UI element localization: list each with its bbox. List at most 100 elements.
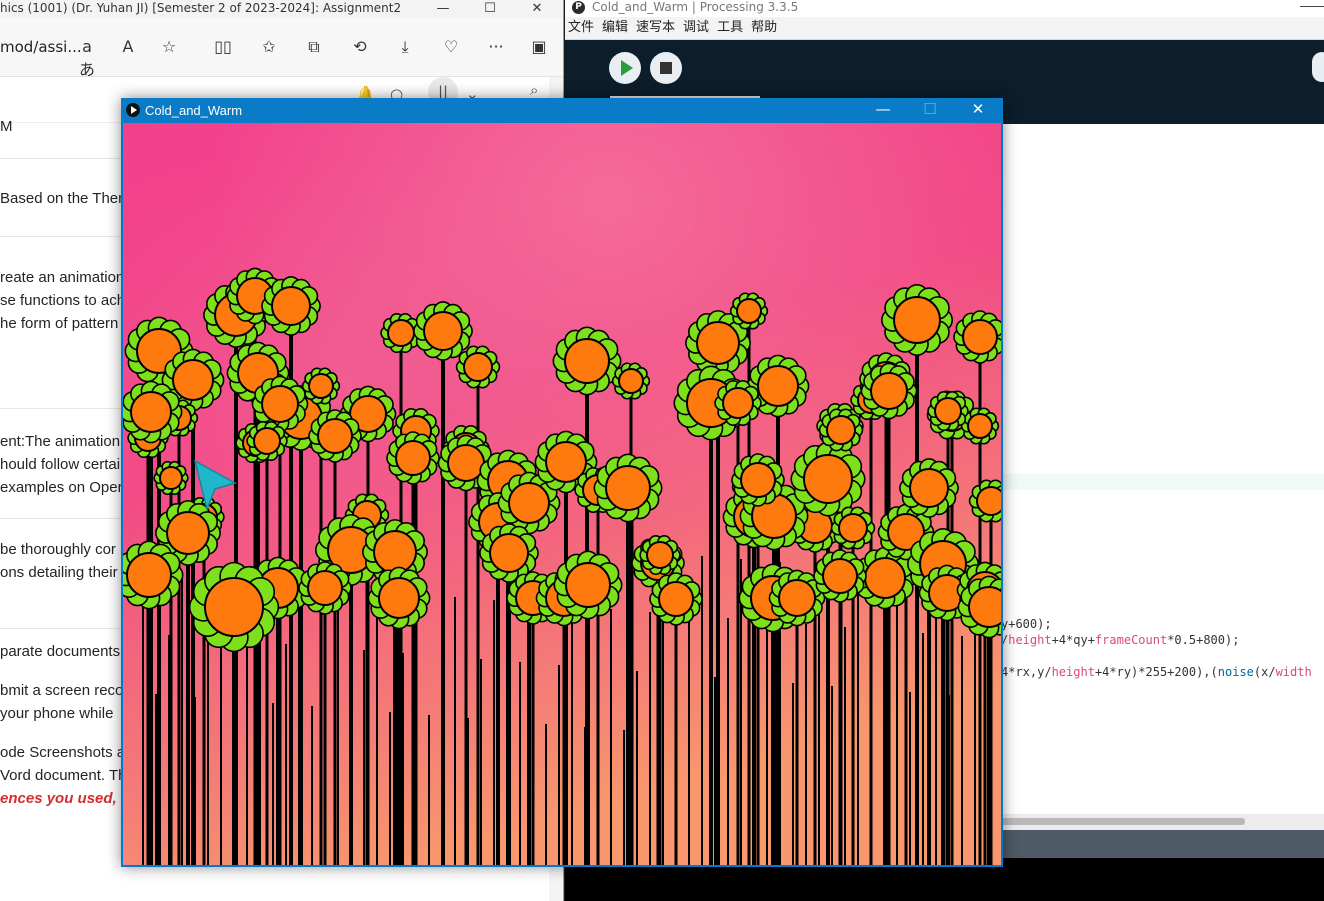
flower-center [373,530,417,574]
processing-play-icon [126,103,140,117]
description-line: ons detailing their [0,564,118,581]
flower-center [565,562,611,608]
flower-center [387,319,415,347]
flower-center [803,454,853,504]
browser-title: hics (1001) (Dr. Yuhan JI) [Semester 2 o… [0,1,402,15]
flower-center [967,413,993,439]
sketch-canvas[interactable] [123,123,1001,865]
code-line: 4*rx,y/height+4*ry)*255+200),(noise(x/wi… [1001,665,1312,679]
description-line: ode Screenshots a [0,744,126,761]
menu-item[interactable]: 帮助 [751,17,777,39]
flower-center [736,298,762,324]
browser-titlebar: hics (1001) (Dr. Yuhan JI) [Semester 2 o… [0,0,563,18]
flower [714,380,762,426]
flower-center [605,465,651,511]
flower [153,460,189,496]
flower-center [172,359,214,401]
flower-center [307,570,343,606]
menu-item[interactable]: 速写本 [636,17,675,39]
ide-title: Cold_and_Warm | Processing 3.3.5 [592,0,799,14]
search-icon[interactable]: ⌕ [530,81,538,99]
run-button[interactable] [609,52,641,84]
minimize-icon[interactable]: — [868,100,898,118]
mode-selector-button[interactable] [1312,52,1324,82]
menu-item[interactable]: 工具 [717,17,743,39]
close-icon[interactable]: ✕ [963,100,993,118]
flower-center [378,577,420,619]
more-icon[interactable]: ··· [485,37,507,56]
flower-center [870,372,908,410]
flower-center [740,462,776,498]
flower [611,362,651,400]
flower [455,345,501,389]
flower [301,367,341,405]
favorites-icon[interactable]: ✩ [258,37,280,56]
flower [639,534,681,576]
flower [729,292,769,330]
description-line: Vord document. Th [0,767,127,784]
flower-center [618,368,644,394]
flower-center [696,321,740,365]
stop-button[interactable] [650,52,682,84]
flower-center [934,397,962,425]
sketch-window: Cold_and_Warm — ☐ ✕ [121,98,1003,867]
flower-center [261,385,299,423]
close-icon[interactable]: ✕ [514,0,560,18]
url-text[interactable]: mod/assi... [0,38,82,56]
flower-center [564,338,610,384]
flower-center [489,533,529,573]
minimize-icon[interactable]: — [420,0,466,18]
read-aloud-icon[interactable]: aあ [76,37,98,80]
sidebar-toggle-icon[interactable]: ▣ [528,37,550,56]
flower-center [822,558,858,594]
description-line: parate documents. [0,643,125,660]
description-line: hould follow certai [0,456,121,473]
flower-center [271,286,311,326]
flower [818,408,864,452]
flower [246,420,288,462]
flower-center [166,511,210,555]
maximize-icon: ☐ [923,100,937,118]
split-screen-icon[interactable]: ▯▯ [212,37,234,56]
maximize-icon[interactable]: ☐ [467,0,513,18]
menu-item[interactable]: 编辑 [602,17,628,39]
minimize-icon[interactable] [1300,6,1324,7]
immersive-reader-icon[interactable]: A [117,37,139,56]
flower-center [463,352,493,382]
flower-center [317,418,353,454]
description-line: bmit a screen reco [0,682,124,699]
flower-center [778,579,816,617]
processing-logo-icon: P [572,1,585,14]
flower-center [962,319,998,355]
favorite-star-icon[interactable]: ☆ [158,37,180,56]
flower-center [423,311,463,351]
flower-center [826,415,856,445]
description-line: ences you used, ar [0,790,134,807]
flower-center [204,577,264,637]
flower-center [130,391,172,433]
flower-center [308,373,334,399]
flower-center [395,440,431,476]
sketch-titlebar: Cold_and_Warm — ☐ ✕ [121,98,1003,123]
flower-center [722,387,754,419]
browser-essentials-icon[interactable]: ♡ [440,37,462,56]
download-icon[interactable]: ⤓ [394,37,416,57]
flower-center [508,482,550,524]
flower-center [126,552,172,598]
flower-center [838,513,868,543]
menu-item[interactable]: 文件 [568,17,594,39]
menu-item[interactable]: 调试 [683,17,709,39]
ide-titlebar: P Cold_and_Warm | Processing 3.3.5 [565,0,1324,17]
flower-center [968,586,1001,628]
flower [927,390,969,432]
description-line: your phone while [0,705,114,722]
flower-center [159,466,183,490]
scrollbar-thumb[interactable] [1001,818,1245,825]
flower-center [646,541,674,569]
address-bar[interactable]: mod/assi... aあ A ☆ ▯▯ ✩ ⧉ ⟲ ⤓ ♡ ··· ▣ [0,18,563,80]
description-line: Based on the Then [0,190,127,207]
code-line: y+600); [1001,617,1052,631]
collections-icon[interactable]: ⧉ [303,37,325,57]
description-line: he form of pattern [0,315,119,332]
history-icon[interactable]: ⟲ [349,37,371,56]
